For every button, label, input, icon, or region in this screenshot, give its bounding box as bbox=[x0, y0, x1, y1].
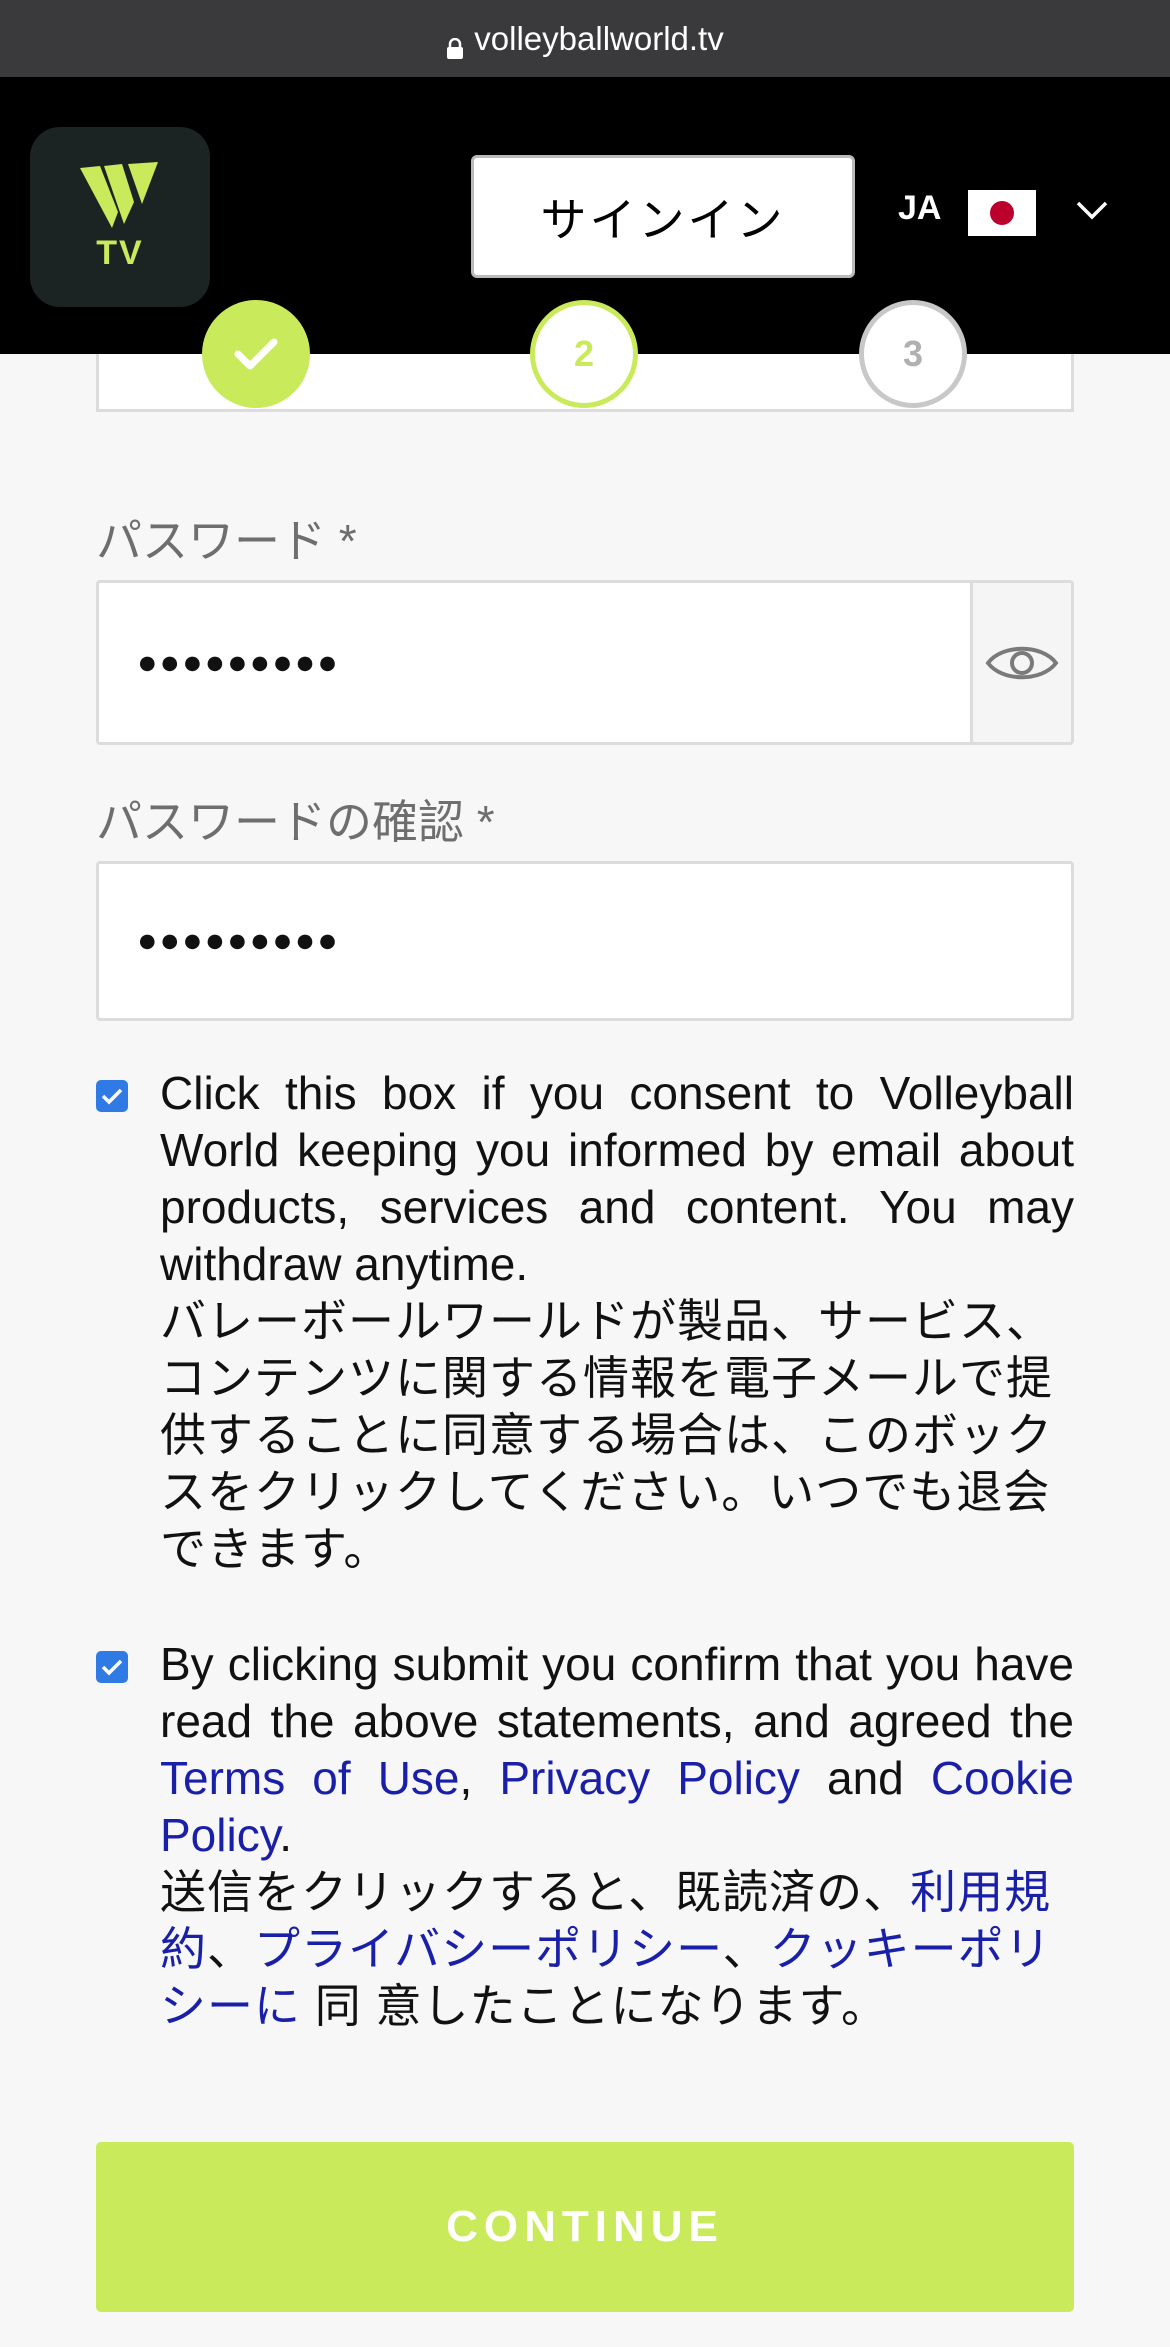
step-3-upcoming: 3 bbox=[859, 300, 967, 408]
check-icon bbox=[234, 338, 278, 370]
terms-consent-text: By clicking submit you confirm that you … bbox=[160, 1636, 1074, 2035]
url-text: volleyballworld.tv bbox=[474, 19, 724, 57]
terms-text-ja: 送信をクリックすると、既読済の、 bbox=[160, 1866, 911, 1918]
language-code[interactable]: JA bbox=[898, 189, 941, 228]
continue-button[interactable]: CONTINUE bbox=[96, 2142, 1074, 2312]
signin-button[interactable]: サインイン bbox=[471, 155, 855, 278]
marketing-consent-checkbox[interactable] bbox=[96, 1080, 128, 1112]
terms-consent-ja: 送信をクリックすると、既読済の、利用規約、プライバシーポリシー、クッキーポリシー… bbox=[160, 1864, 1074, 2035]
separator: 、 bbox=[722, 1923, 770, 1975]
separator: , bbox=[459, 1752, 500, 1804]
terms-text-ja-end: 同 意したことになります。 bbox=[301, 1980, 888, 2032]
logo-v-icon bbox=[80, 161, 158, 228]
privacy-policy-link[interactable]: Privacy Policy bbox=[499, 1752, 800, 1804]
japan-flag-icon[interactable] bbox=[968, 190, 1036, 236]
terms-text: By clicking submit you confirm that you … bbox=[160, 1638, 1074, 1747]
password-field[interactable]: ●●●●●●●●● bbox=[96, 580, 1074, 745]
confirm-password-field[interactable]: ●●●●●●●●● bbox=[96, 861, 1074, 1021]
password-value: ●●●●●●●●● bbox=[137, 643, 340, 681]
confirm-password-label: パスワードの確認 * bbox=[96, 796, 495, 848]
marketing-consent-ja: バレーボールワールドが製品、サービス、コンテンツに関する情報を電子メールで提供す… bbox=[160, 1295, 1053, 1575]
separator: 、 bbox=[207, 1923, 254, 1975]
show-password-button[interactable] bbox=[970, 583, 1071, 742]
period: . bbox=[279, 1809, 293, 1861]
privacy-policy-link-ja[interactable]: プライバシーポリシー bbox=[254, 1923, 723, 1975]
checkbox-check-icon bbox=[101, 1088, 123, 1105]
browser-url-bar[interactable]: volleyballworld.tv bbox=[0, 0, 1170, 77]
logo-tv-text: TV bbox=[96, 233, 144, 272]
chevron-down-icon[interactable] bbox=[1075, 199, 1109, 221]
terms-consent-en: By clicking submit you confirm that you … bbox=[160, 1636, 1074, 1864]
marketing-consent-en: Click this box if you consent to Volleyb… bbox=[160, 1067, 1074, 1290]
separator: and bbox=[799, 1752, 931, 1804]
step-1-completed bbox=[202, 300, 310, 408]
lock-icon bbox=[446, 30, 464, 59]
step-2-current: 2 bbox=[530, 300, 638, 408]
marketing-consent-text: Click this box if you consent to Volleyb… bbox=[160, 1065, 1074, 1578]
confirm-password-value: ●●●●●●●●● bbox=[137, 921, 340, 960]
checkbox-check-icon bbox=[101, 1659, 123, 1676]
password-label: パスワード * bbox=[96, 515, 357, 567]
eye-icon bbox=[985, 646, 1059, 679]
terms-consent-checkbox[interactable] bbox=[96, 1651, 128, 1683]
volleyball-world-tv-logo[interactable]: TV bbox=[30, 127, 210, 307]
terms-of-use-link[interactable]: Terms of Use bbox=[160, 1752, 460, 1804]
